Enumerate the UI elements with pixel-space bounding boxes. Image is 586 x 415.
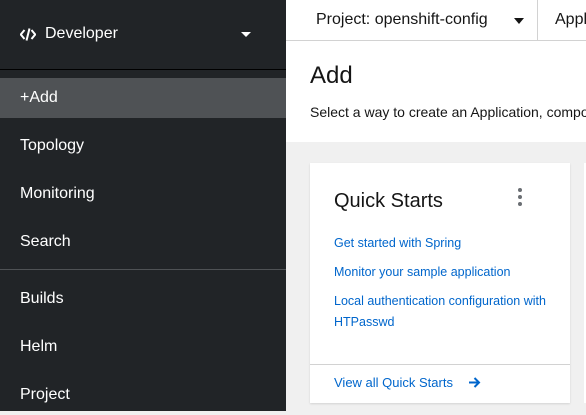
project-selector[interactable]: Project: openshift-config: [316, 11, 488, 29]
perspective-switcher[interactable]: Developer: [0, 0, 286, 70]
page-header: Add Select a way to create an Applicatio…: [286, 41, 586, 142]
nav-item-monitoring[interactable]: Monitoring: [0, 174, 286, 214]
kebab-menu-icon[interactable]: [514, 188, 526, 206]
quick-starts-card: Quick Starts Get started with Spring Mon…: [310, 163, 570, 403]
caret-down-icon[interactable]: [514, 18, 524, 24]
nav-item-search[interactable]: Search: [0, 222, 286, 262]
quick-start-link[interactable]: Get started with Spring: [334, 233, 549, 254]
arrow-right-icon[interactable]: [468, 376, 481, 389]
nav-item-project[interactable]: Project: [0, 375, 286, 415]
code-icon: [20, 28, 36, 41]
nav-item-topology[interactable]: Topology: [0, 126, 286, 166]
page-description: Select a way to create an Application, c…: [310, 104, 586, 120]
context-bar: Project: openshift-config Appl: [286, 0, 586, 41]
quick-start-link[interactable]: Local authentication configuration with …: [334, 291, 549, 333]
nav-item-add[interactable]: +Add: [0, 78, 286, 118]
page-title: Add: [310, 62, 353, 89]
context-divider: [537, 0, 538, 41]
nav-item-helm[interactable]: Helm: [0, 327, 286, 367]
perspective-label: Developer: [45, 25, 118, 42]
card-title: Quick Starts: [334, 190, 443, 212]
caret-down-icon: [241, 32, 251, 37]
card-footer-divider: [310, 364, 570, 365]
view-all-quick-starts-link[interactable]: View all Quick Starts: [334, 375, 453, 390]
quick-start-link[interactable]: Monitor your sample application: [334, 262, 549, 283]
sidebar: Developer +Add Topology Monitoring Searc…: [0, 0, 286, 411]
nav-item-builds[interactable]: Builds: [0, 279, 286, 319]
application-selector[interactable]: Appl: [555, 11, 586, 29]
nav-divider: [0, 269, 286, 270]
